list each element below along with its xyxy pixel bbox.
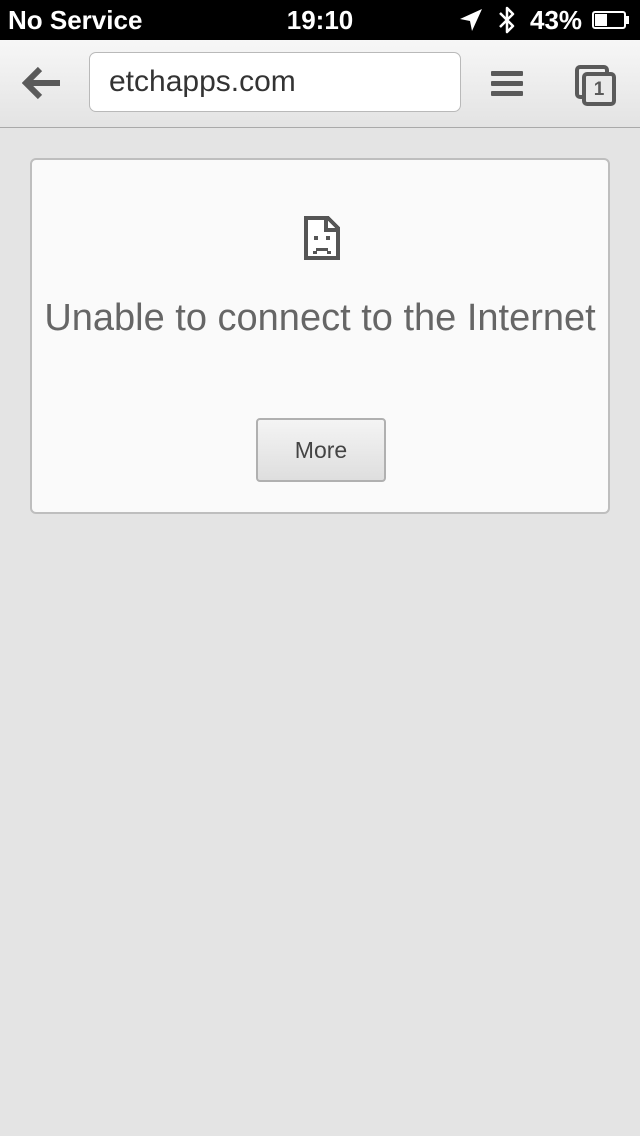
battery-icon bbox=[592, 11, 629, 29]
more-button[interactable]: More bbox=[256, 418, 386, 482]
location-arrow-icon bbox=[460, 9, 482, 31]
battery-percent: 43% bbox=[530, 5, 583, 35]
error-card: Unable to connect to the Internet More bbox=[30, 158, 610, 514]
back-button[interactable] bbox=[18, 60, 66, 106]
hamburger-menu-icon bbox=[491, 71, 523, 96]
bluetooth-icon bbox=[499, 6, 515, 34]
tab-count: 1 bbox=[582, 72, 616, 106]
back-arrow-icon bbox=[22, 66, 60, 100]
menu-button[interactable] bbox=[486, 63, 528, 105]
error-message: Unable to connect to the Internet bbox=[44, 297, 596, 339]
url-field[interactable]: etchapps.com bbox=[89, 52, 461, 112]
browser-toolbar: etchapps.com 1 bbox=[0, 40, 640, 128]
sad-file-icon bbox=[304, 216, 340, 260]
tabs-button[interactable]: 1 bbox=[572, 62, 618, 108]
status-bar: No Service 19:10 43% bbox=[0, 0, 640, 40]
